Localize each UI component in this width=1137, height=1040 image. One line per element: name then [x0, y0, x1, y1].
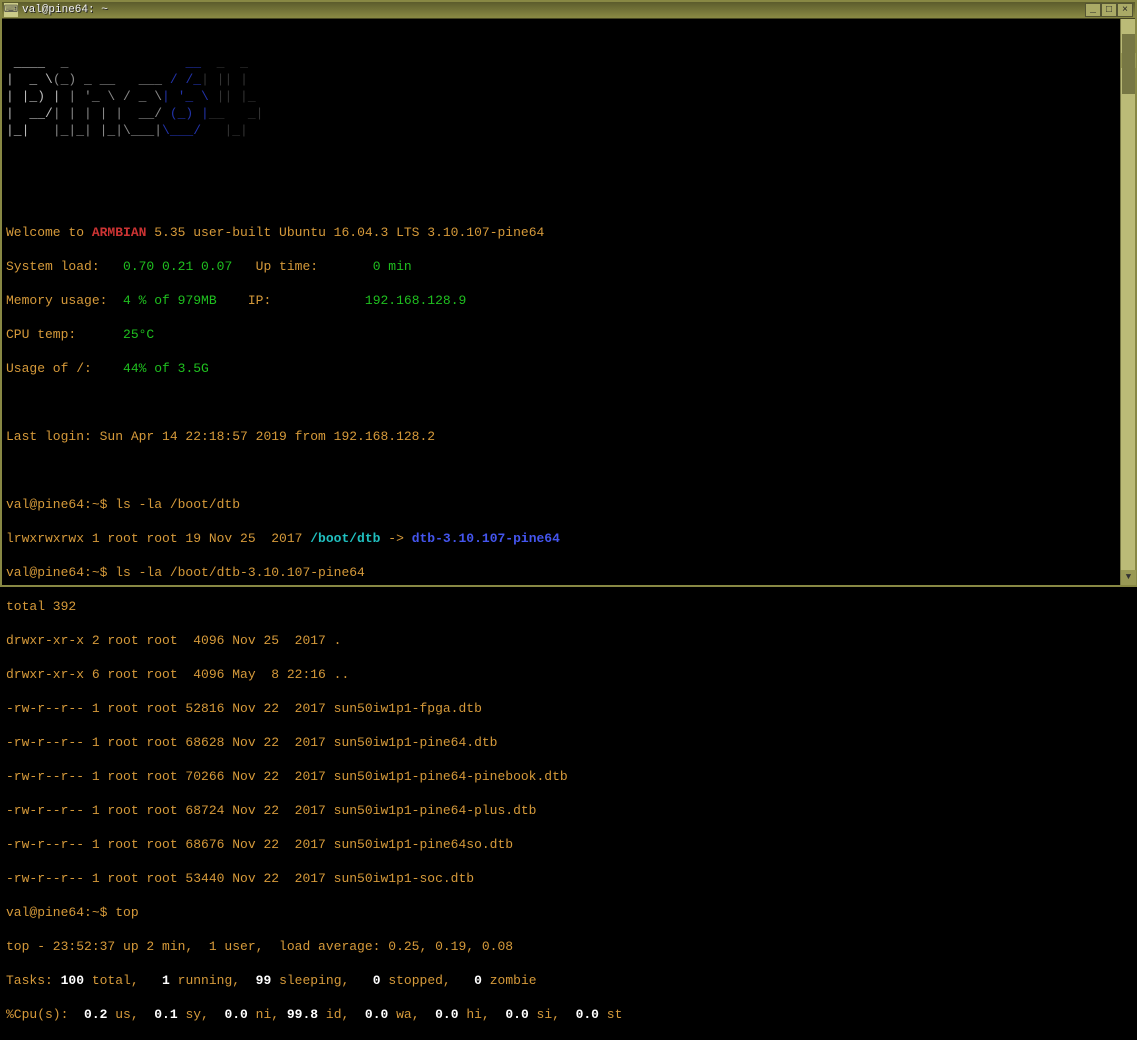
minimize-button[interactable]: _ [1085, 3, 1101, 17]
scroll-down-button[interactable]: ▼ [1121, 570, 1136, 585]
close-button[interactable]: × [1117, 3, 1133, 17]
ls-total: total 392 [6, 598, 1131, 615]
blank-line [6, 394, 1131, 411]
ls-row: -rw-r--r-- 1 root root 68676 Nov 22 2017… [6, 836, 1131, 853]
ls-row: -rw-r--r-- 1 root root 68724 Nov 22 2017… [6, 802, 1131, 819]
putty-icon: ⌨ [4, 3, 18, 17]
ls-row: drwxr-xr-x 6 root root 4096 May 8 22:16 … [6, 666, 1131, 683]
load-line: System load: 0.70 0.21 0.07 Up time: 0 m… [6, 258, 1131, 275]
prompt: val@pine64:~$ [6, 497, 115, 512]
window-titlebar: ⌨ val@pine64: ~ _ □ × [2, 2, 1135, 19]
top-tasks: Tasks: 100 total, 1 running, 99 sleeping… [6, 972, 1131, 989]
ls-output-1: lrwxrwxrwx 1 root root 19 Nov 25 2017 /b… [6, 530, 1131, 547]
ls-row: -rw-r--r-- 1 root root 68628 Nov 22 2017… [6, 734, 1131, 751]
last-login: Last login: Sun Apr 14 22:18:57 2019 fro… [6, 428, 1131, 445]
blank-line [6, 190, 1131, 207]
cmd-line-3: val@pine64:~$ top [6, 904, 1131, 921]
cmd-line-2: val@pine64:~$ ls -la /boot/dtb-3.10.107-… [6, 564, 1131, 581]
prompt: val@pine64:~$ [6, 565, 115, 580]
window-title: val@pine64: ~ [22, 2, 1085, 19]
ls-row: -rw-r--r-- 1 root root 70266 Nov 22 2017… [6, 768, 1131, 785]
command: ls -la /boot/dtb [115, 497, 240, 512]
command: ls -la /boot/dtb-3.10.107-pine64 [115, 565, 365, 580]
top-cpu: %Cpu(s): 0.2 us, 0.1 sy, 0.0 ni, 99.8 id… [6, 1006, 1131, 1023]
mem-line: Memory usage: 4 % of 979MB IP: 192.168.1… [6, 292, 1131, 309]
disk-line: Usage of /: 44% of 3.5G [6, 360, 1131, 377]
blank-line [6, 156, 1131, 173]
window-buttons: _ □ × [1085, 3, 1133, 17]
scroll-thumb[interactable] [1122, 34, 1135, 94]
terminal-area[interactable]: ▲ ▼ ____ _ __ _ _ | _ \(_) _ __ ___ / /_… [2, 19, 1135, 585]
cpu-line: CPU temp: 25°C [6, 326, 1131, 343]
ls-row: drwxr-xr-x 2 root root 4096 Nov 25 2017 … [6, 632, 1131, 649]
welcome-line: Welcome to ARMBIAN 5.35 user-built Ubunt… [6, 224, 1131, 241]
blank-line [6, 462, 1131, 479]
ascii-art: ____ _ __ _ _ | _ \(_) _ __ ___ / /_| ||… [6, 54, 1131, 139]
ls-row: -rw-r--r-- 1 root root 53440 Nov 22 2017… [6, 870, 1131, 887]
command: top [115, 905, 138, 920]
maximize-button[interactable]: □ [1101, 3, 1117, 17]
cmd-line-1: val@pine64:~$ ls -la /boot/dtb [6, 496, 1131, 513]
scrollbar[interactable]: ▲ ▼ [1120, 19, 1135, 585]
ls-row: -rw-r--r-- 1 root root 52816 Nov 22 2017… [6, 700, 1131, 717]
prompt: val@pine64:~$ [6, 905, 115, 920]
top-summary: top - 23:52:37 up 2 min, 1 user, load av… [6, 938, 1131, 955]
